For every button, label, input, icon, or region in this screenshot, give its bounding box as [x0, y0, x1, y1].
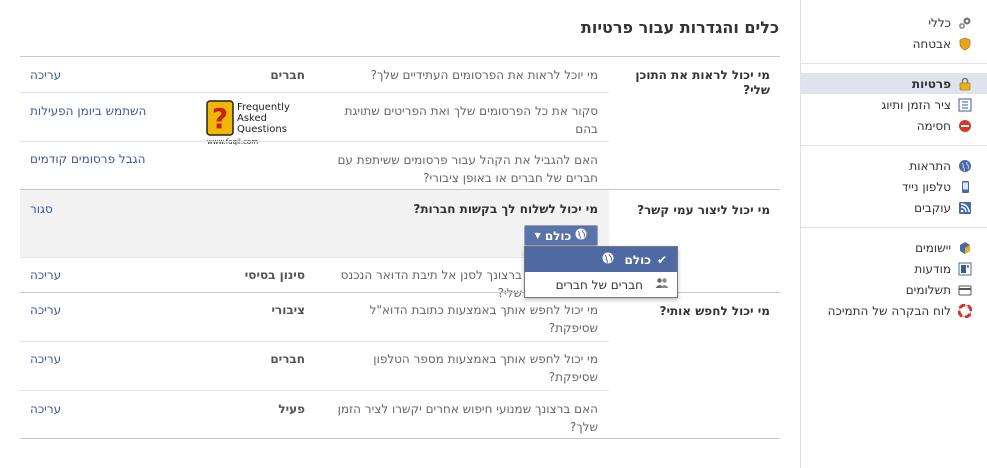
- setting-question: סקור את כל הפרסומים שלך ואת הפריטים שתוי…: [344, 104, 598, 136]
- sidebar-item-label: מודעות: [914, 261, 951, 276]
- faq-logo: ? Frequently Asked Questions www.faqil.c…: [205, 97, 293, 147]
- header-divider: [20, 56, 780, 57]
- sidebar-item-payments[interactable]: תשלומים: [801, 279, 987, 300]
- sidebar-item-support-dashboard[interactable]: לוח הבקרה של התמיכה: [801, 300, 987, 321]
- row-divider: [20, 257, 609, 258]
- settings-sidebar: כללי אבטחה פרטיות ציר הזמן ותיוג חסימה ה…: [800, 0, 987, 468]
- setting-question: מי יוכל לראות את הפרסומים העתידיים שלך?: [370, 68, 598, 82]
- setting-value: חברים: [270, 352, 305, 366]
- sidebar-item-general[interactable]: כללי: [801, 12, 987, 33]
- section-label-see-content: מי יכול לראות את התוכן שלי?: [635, 68, 770, 97]
- faq-url: www.faqil.com: [207, 138, 258, 146]
- audience-option-everyone[interactable]: ✔ כולם: [525, 247, 677, 272]
- sidebar-item-label: לוח הבקרה של התמיכה: [827, 303, 951, 318]
- sidebar-item-label: יישומים: [915, 240, 951, 255]
- audience-option-label: חברים של חברים: [555, 277, 643, 292]
- edit-link[interactable]: עריכה: [30, 303, 61, 317]
- sidebar-item-label: התראות: [909, 158, 951, 173]
- faq-line1: Frequently: [237, 102, 290, 113]
- sidebar-item-mobile[interactable]: טלפון נייד: [801, 176, 987, 197]
- sidebar-item-followers[interactable]: עוקבים: [801, 197, 987, 218]
- sidebar-item-blocking[interactable]: חסימה: [801, 115, 987, 136]
- section-label-lookup: מי יכול לחפש אותי?: [659, 304, 770, 318]
- sidebar-item-label: תשלומים: [905, 282, 951, 297]
- sidebar-divider: [801, 63, 987, 64]
- row-divider: [20, 141, 609, 142]
- globe-icon: [575, 228, 587, 243]
- sidebar-item-label: אבטחה: [912, 36, 951, 51]
- sidebar-item-timeline[interactable]: ציר הזמן ותיוג: [801, 94, 987, 115]
- row-divider: [20, 92, 609, 93]
- lifebuoy-icon: [957, 303, 973, 319]
- sidebar-item-security[interactable]: אבטחה: [801, 33, 987, 54]
- apps-icon: [957, 240, 973, 256]
- globe-icon: [957, 158, 973, 174]
- shield-icon: [957, 36, 973, 52]
- setting-question: מי יכול לחפש אותך באמצעות מספר הטלפון שס…: [373, 352, 598, 384]
- audience-dropdown-menu: ✔ כולם חברים של חברים: [524, 246, 678, 298]
- caret-down-icon: ▼: [534, 231, 541, 240]
- section-divider: [20, 438, 780, 439]
- setting-question: מי יכול לחפש אותך באמצעות כתובת הדוא"ל ש…: [369, 303, 598, 335]
- sidebar-item-label: פרטיות: [911, 76, 951, 91]
- setting-question: ברצונך לסנן אל תיבת הדואר הנכנס שלי?: [340, 268, 522, 300]
- friends-icon: [655, 277, 669, 292]
- expanded-setting-panel: [20, 190, 609, 257]
- sidebar-item-ads[interactable]: מודעות: [801, 258, 987, 279]
- setting-value: חברים: [270, 68, 305, 82]
- audience-option-label: כולם: [624, 252, 651, 267]
- sidebar-divider: [801, 145, 987, 146]
- sidebar-item-label: ציר הזמן ותיוג: [881, 97, 951, 112]
- row-divider: [20, 390, 609, 391]
- setting-value: ציבורי: [271, 303, 305, 317]
- section-label-contact: מי יכול ליצור עמי קשר?: [637, 203, 770, 217]
- globe-icon: [602, 252, 614, 267]
- block-icon: [957, 118, 973, 134]
- svg-text:?: ?: [212, 102, 228, 135]
- mobile-icon: [957, 179, 973, 195]
- sidebar-item-apps[interactable]: יישומים: [801, 237, 987, 258]
- page-title: כלים והגדרות עבור פרטיות: [580, 18, 779, 37]
- sidebar-item-notifications[interactable]: התראות: [801, 155, 987, 176]
- ads-icon: [957, 261, 973, 277]
- gears-icon: [957, 15, 973, 31]
- activity-log-link[interactable]: השתמש ביומן הפעילות: [30, 104, 146, 118]
- sidebar-divider: [801, 227, 987, 228]
- audience-selector-button[interactable]: כולם ▼: [524, 225, 598, 246]
- limit-past-posts-link[interactable]: הגבל פרסומים קודמים: [30, 152, 145, 166]
- row-divider: [20, 341, 609, 342]
- faq-line2: Asked: [237, 113, 267, 124]
- setting-value: סינון בסיסי: [244, 268, 305, 282]
- edit-link[interactable]: עריכה: [30, 68, 61, 82]
- sidebar-item-label: עוקבים: [914, 200, 951, 215]
- card-icon: [957, 282, 973, 298]
- edit-link[interactable]: עריכה: [30, 402, 61, 416]
- setting-value: פעיל: [278, 402, 305, 416]
- checkmark-icon: ✔: [656, 252, 668, 267]
- close-link[interactable]: סגור: [30, 202, 53, 216]
- faq-line3: Questions: [237, 124, 287, 135]
- sidebar-item-label: כללי: [928, 15, 951, 30]
- lock-icon: [957, 76, 973, 92]
- setting-question: האם ברצונך שמנועי חיפוש אחרים יקשרו לציר…: [337, 402, 598, 434]
- timeline-icon: [957, 97, 973, 113]
- sidebar-item-privacy[interactable]: פרטיות: [801, 73, 987, 94]
- sidebar-item-label: חסימה: [916, 118, 951, 133]
- sidebar-item-label: טלפון נייד: [901, 179, 951, 194]
- setting-question: האם להגביל את הקהל עבור פרסומים ששיתפת ע…: [337, 153, 598, 185]
- edit-link[interactable]: עריכה: [30, 352, 61, 366]
- rss-icon: [957, 200, 973, 216]
- audience-option-friends-of-friends[interactable]: חברים של חברים: [525, 272, 677, 297]
- friend-requests-question: מי יכול לשלוח לך בקשות חברות?: [413, 202, 598, 216]
- edit-link[interactable]: עריכה: [30, 268, 61, 282]
- audience-selector-label: כולם: [544, 228, 572, 243]
